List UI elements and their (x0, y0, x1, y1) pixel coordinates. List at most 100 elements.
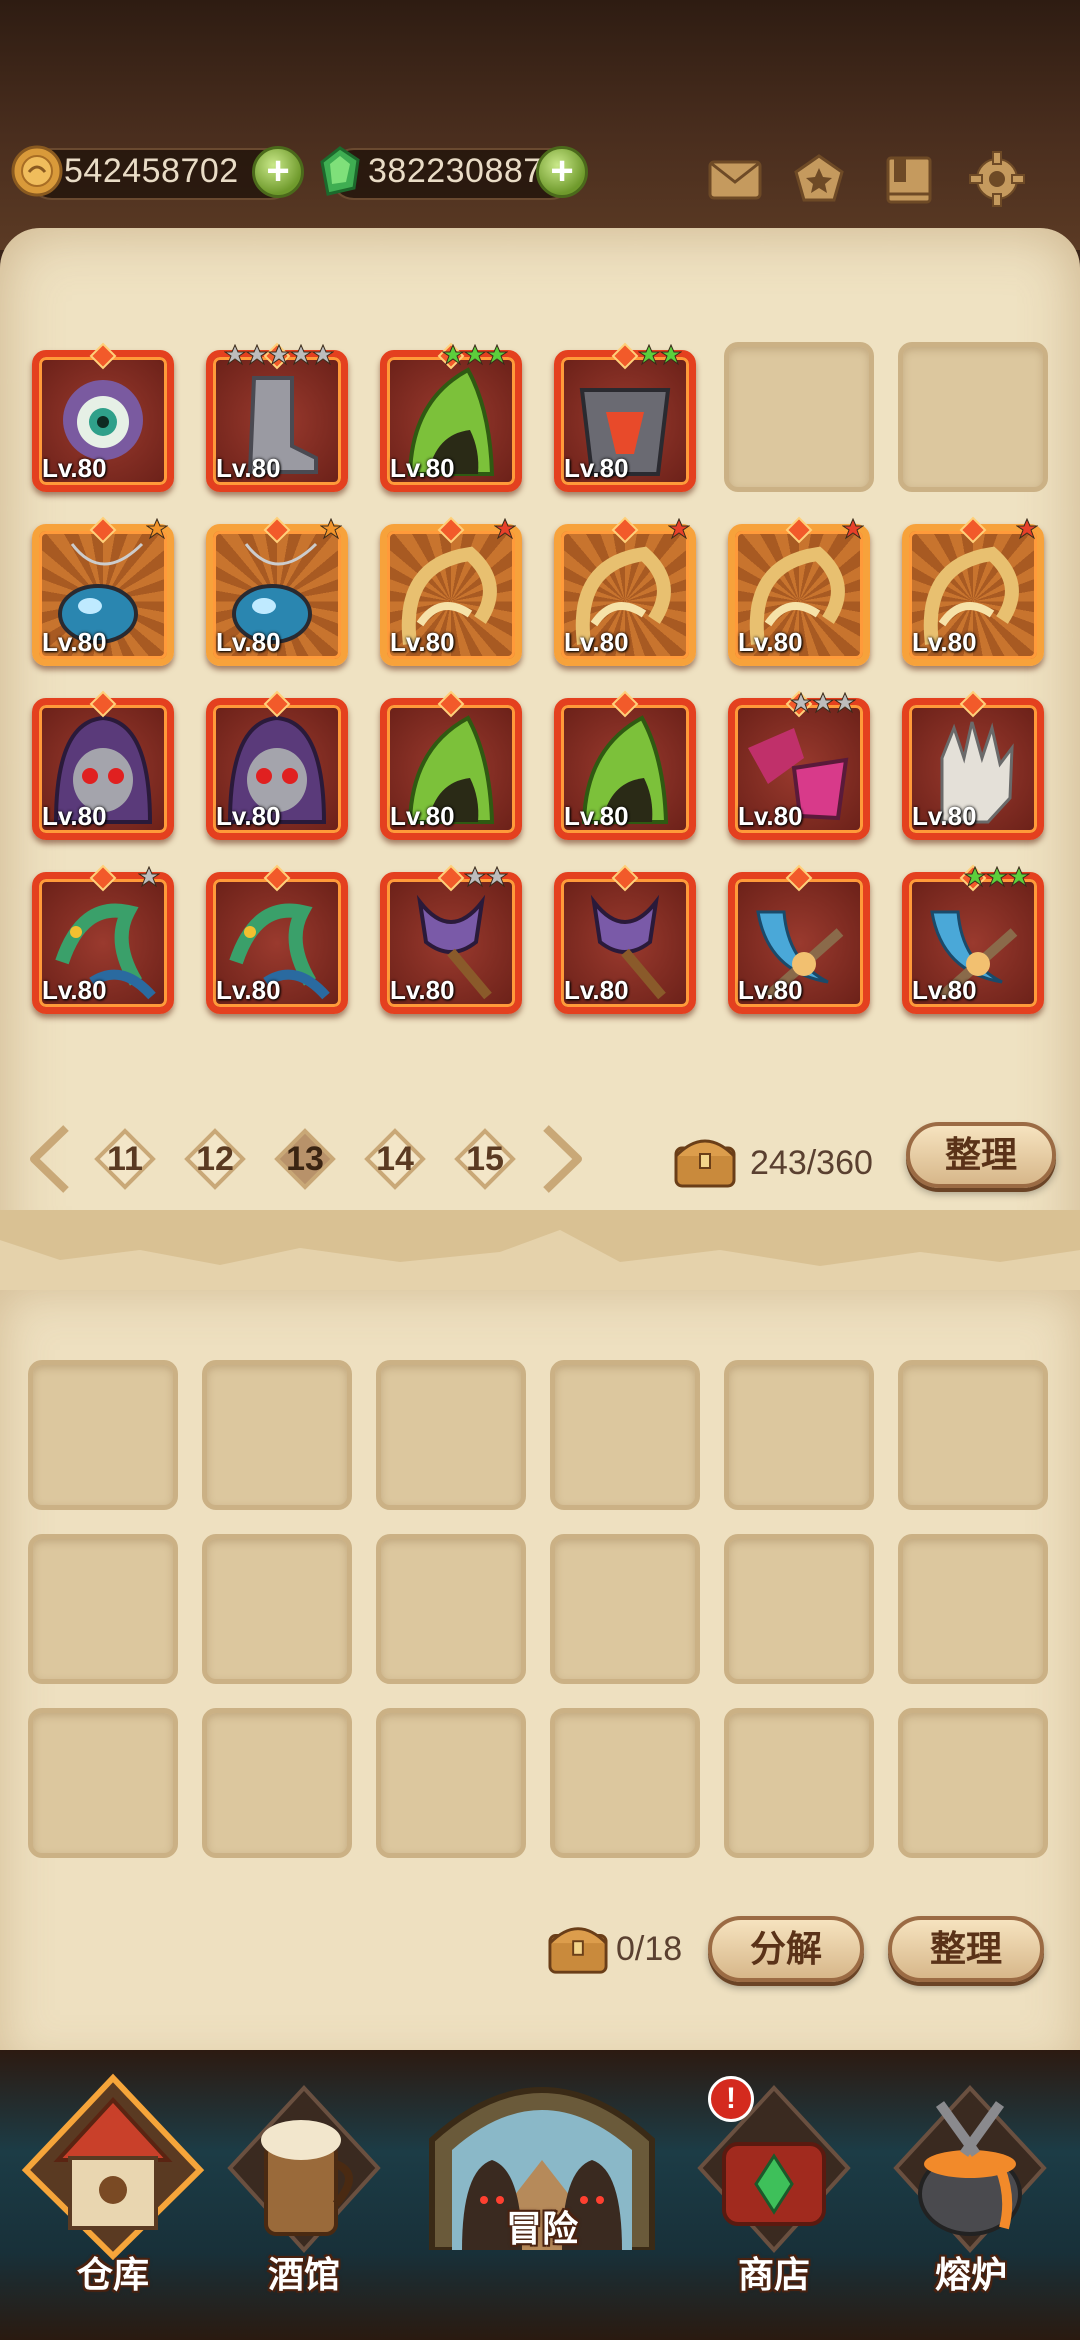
item-level-label: Lv.80 (42, 453, 107, 483)
item-level-label: Lv.80 (912, 627, 977, 657)
empty-decompose-slot[interactable] (28, 1534, 178, 1684)
warehouse-house-icon (21, 2073, 205, 2260)
inventory-item-slot[interactable]: Lv.80 (376, 864, 526, 1014)
empty-decompose-slot[interactable] (376, 1534, 526, 1684)
inventory-item-slot[interactable]: Lv.80 (550, 690, 700, 840)
inventory-item-slot[interactable]: Lv.80 (550, 864, 700, 1014)
sort-decompose-button[interactable]: 整理 (888, 1916, 1044, 1982)
inventory-item-slot[interactable]: Lv.80 (28, 690, 178, 840)
empty-decompose-slot[interactable] (376, 1360, 526, 1510)
inventory-item-slot[interactable]: Lv.80 (376, 690, 526, 840)
add-gems-button[interactable]: + (536, 146, 588, 198)
inventory-item-slot[interactable]: Lv.80 (202, 864, 352, 1014)
shop-alert-badge: ! (708, 2076, 754, 2122)
empty-decompose-slot[interactable] (898, 1708, 1048, 1858)
item-level-label: Lv.80 (564, 975, 629, 1005)
frame-crest-icon (785, 864, 813, 892)
inventory-item-slot[interactable]: Lv.80 (724, 864, 874, 1014)
frame-crest-icon (89, 516, 117, 544)
inventory-item-slot[interactable]: Lv.80 (28, 864, 178, 1014)
page-number: 14 (376, 1140, 414, 1178)
frame-crest-icon (959, 516, 987, 544)
nav-adventure[interactable]: 冒险 (412, 2050, 672, 2310)
settings-gear-icon[interactable] (966, 148, 1028, 210)
furnace-cauldron-icon (893, 2085, 1047, 2253)
empty-decompose-slot[interactable] (550, 1360, 700, 1510)
nav-tavern-label: 酒馆 (267, 2254, 340, 2295)
empty-decompose-slot[interactable] (550, 1708, 700, 1858)
empty-decompose-slot[interactable] (724, 1708, 874, 1858)
torn-paper-divider (0, 1210, 1080, 1290)
empty-decompose-slot[interactable] (202, 1360, 352, 1510)
star-rating-icon (1016, 518, 1038, 540)
empty-decompose-slot[interactable] (202, 1534, 352, 1684)
star-rating-icon (146, 518, 168, 540)
inventory-item-slot[interactable]: Lv.80 (898, 690, 1048, 840)
inventory-item-slot[interactable]: Lv.80 (550, 342, 700, 492)
empty-decompose-slot[interactable] (28, 1708, 178, 1858)
page-button[interactable]: 11 (94, 1128, 156, 1190)
star-rating-icon (138, 866, 160, 888)
inventory-item-slot[interactable]: Lv.80 (898, 516, 1048, 666)
empty-decompose-slot[interactable] (28, 1360, 178, 1510)
star-rating-icon (842, 518, 864, 540)
empty-decompose-slot[interactable] (550, 1534, 700, 1684)
inventory-item-slot[interactable]: Lv.80 (724, 516, 874, 666)
item-level-label: Lv.80 (42, 801, 107, 831)
nav-furnace[interactable]: 熔炉 (876, 2084, 1066, 2304)
frame-crest-icon (437, 864, 465, 892)
frame-crest-icon (89, 864, 117, 892)
gold-amount: 542458702 (64, 152, 239, 190)
mail-icon[interactable] (704, 148, 766, 210)
empty-decompose-slot[interactable] (202, 1708, 352, 1858)
empty-decompose-slot[interactable] (376, 1708, 526, 1858)
star-rating-icon (464, 866, 508, 888)
page-number: 13 (286, 1140, 324, 1178)
page-button[interactable]: 15 (454, 1128, 516, 1190)
empty-inventory-slot[interactable] (724, 342, 874, 492)
inventory-item-slot[interactable]: Lv.80 (202, 690, 352, 840)
inventory-item-slot[interactable]: Lv.80 (28, 342, 178, 492)
item-level-label: Lv.80 (564, 801, 629, 831)
inventory-item-slot[interactable]: Lv.80 (28, 516, 178, 666)
page-button[interactable]: 13 (274, 1128, 336, 1190)
nav-shop[interactable]: 商店 ! (684, 2076, 864, 2304)
item-level-label: Lv.80 (390, 975, 455, 1005)
inventory-item-slot[interactable]: Lv.80 (550, 516, 700, 666)
frame-crest-icon (437, 690, 465, 718)
top-header: 542458702 + 382230887 + (0, 0, 1080, 250)
inventory-item-slot[interactable]: Lv.80 (898, 864, 1048, 1014)
inventory-item-slot[interactable]: Lv.80 (202, 516, 352, 666)
inventory-item-slot[interactable]: Lv.80 (724, 690, 874, 840)
frame-crest-icon (263, 864, 291, 892)
empty-decompose-slot[interactable] (724, 1534, 874, 1684)
item-level-label: Lv.80 (216, 453, 281, 483)
nav-tavern[interactable]: 酒馆 (214, 2084, 394, 2304)
prev-page-arrow-icon[interactable] (26, 1124, 72, 1194)
tavern-beer-mug-icon (227, 2085, 381, 2253)
collection-book-icon[interactable] (878, 148, 940, 210)
frame-crest-icon (959, 690, 987, 718)
page-number: 11 (107, 1140, 143, 1178)
empty-inventory-slot[interactable] (898, 342, 1048, 492)
item-level-label: Lv.80 (912, 975, 977, 1005)
nav-warehouse[interactable]: 仓库 (18, 2070, 208, 2300)
item-level-label: Lv.80 (216, 975, 281, 1005)
inventory-item-slot[interactable]: Lv.80 (376, 342, 526, 492)
frame-crest-icon (437, 516, 465, 544)
page-button[interactable]: 12 (184, 1128, 246, 1190)
inventory-item-slot[interactable]: Lv.80 (202, 342, 352, 492)
empty-decompose-slot[interactable] (898, 1534, 1048, 1684)
sort-storage-button[interactable]: 整理 (906, 1122, 1056, 1188)
decompose-button[interactable]: 分解 (708, 1916, 864, 1982)
inventory-item-slot[interactable]: Lv.80 (376, 516, 526, 666)
frame-crest-icon (611, 690, 639, 718)
star-rating-icon (224, 344, 334, 366)
page-button[interactable]: 14 (364, 1128, 426, 1190)
add-gold-button[interactable]: + (252, 146, 304, 198)
next-page-arrow-icon[interactable] (540, 1124, 586, 1194)
empty-decompose-slot[interactable] (898, 1360, 1048, 1510)
empty-decompose-slot[interactable] (724, 1360, 874, 1510)
favorites-icon[interactable] (788, 148, 850, 210)
item-level-label: Lv.80 (42, 627, 107, 657)
